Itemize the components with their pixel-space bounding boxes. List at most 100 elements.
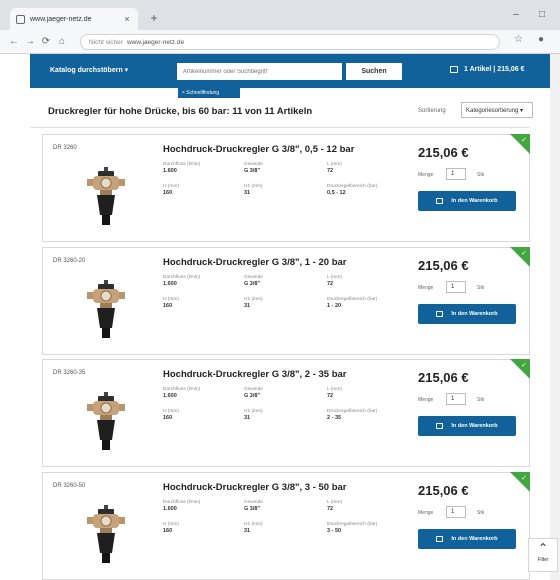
spec-value: 160 xyxy=(163,415,173,421)
spec-label: H1 (mm) xyxy=(244,297,263,302)
active-filter-chip[interactable]: × Schnellfindung xyxy=(178,88,240,98)
spec-height: H (mm) 160 xyxy=(163,409,235,421)
security-indicator: Nicht sicher xyxy=(89,38,123,46)
reload-icon[interactable]: ⟳ xyxy=(38,36,54,47)
spec-length: L (mm) 72 xyxy=(327,275,399,287)
spec-label: H1 (mm) xyxy=(244,184,263,189)
maximize-button[interactable]: □ xyxy=(534,9,550,20)
sort-select[interactable]: Kategoriesortierung ▾ xyxy=(461,102,533,118)
add-to-cart-button[interactable]: In den Warenkorb xyxy=(418,529,516,549)
availability-badge xyxy=(510,359,530,379)
spec-value: 1.600 xyxy=(163,168,177,174)
spec-value: 31 xyxy=(244,528,251,534)
search-button[interactable]: Suchen xyxy=(346,63,402,80)
address-bar[interactable]: Nicht sicher www.jaeger-netz.de xyxy=(80,34,500,50)
page-title: Druckregler für hohe Drücke, bis 60 bar:… xyxy=(48,106,313,117)
forward-icon[interactable]: → xyxy=(22,36,38,47)
spec-flow: Durchfluss (l/min) 1.600 xyxy=(163,275,235,287)
page-scrollbar[interactable] xyxy=(550,54,560,580)
quantity-label: Menge xyxy=(418,510,434,516)
availability-badge xyxy=(510,472,530,492)
spec-thread: Gewinde G 3/8" xyxy=(244,162,316,174)
spec-value: 1.600 xyxy=(163,393,177,399)
quantity-input[interactable]: 1 xyxy=(446,506,466,518)
spec-value: G 3/8" xyxy=(244,281,261,287)
availability-badge xyxy=(510,247,530,267)
star-icon[interactable]: ☆ xyxy=(514,34,523,45)
profile-icon[interactable]: ● xyxy=(538,34,544,45)
spec-label: L (mm) xyxy=(327,275,343,280)
spec-label: Gewinde xyxy=(244,500,263,505)
spec-value: 2 - 35 xyxy=(327,415,342,421)
spec-label: H (mm) xyxy=(163,522,179,527)
quantity-input[interactable]: 1 xyxy=(446,281,466,293)
product-image[interactable] xyxy=(83,503,129,567)
spec-value: G 3/8" xyxy=(244,506,261,512)
spec-length: L (mm) 72 xyxy=(327,162,399,174)
browser-tab[interactable]: www.jaeger-netz.de × xyxy=(10,8,138,30)
product-sku: DR 3260 xyxy=(53,145,77,151)
spec-pressure-range: Druckregelbereich (bar) 3 - 50 xyxy=(327,522,399,534)
product-price: 215,06 € xyxy=(418,370,469,385)
cart-icon xyxy=(436,423,444,429)
check-icon: ✓ xyxy=(521,250,527,257)
spec-thread: Gewinde G 3/8" xyxy=(244,275,316,287)
product-image[interactable] xyxy=(83,165,129,229)
spec-flow: Durchfluss (l/min) 1.600 xyxy=(163,500,235,512)
spec-value: 160 xyxy=(163,303,173,309)
chevron-up-icon: ⌃ xyxy=(537,541,549,555)
spec-pressure-range: Druckregelbereich (bar) 0,5 - 12 xyxy=(327,184,399,196)
product-image[interactable] xyxy=(83,390,129,454)
spec-value: 72 xyxy=(327,506,334,512)
product-card: ✓ DR 3260-50 Hochdruck-Druckregler G 3/8… xyxy=(42,472,530,580)
sort-label: Sortierung xyxy=(418,108,446,114)
spec-height: H (mm) 160 xyxy=(163,297,235,309)
spec-label: H (mm) xyxy=(163,297,179,302)
spec-value: G 3/8" xyxy=(244,393,261,399)
spec-label: Gewinde xyxy=(244,275,263,280)
spec-label: H (mm) xyxy=(163,184,179,189)
catalog-menu[interactable]: Katalog durchstöbern ▾ xyxy=(50,66,128,74)
spec-value: 72 xyxy=(327,281,334,287)
product-card: ✓ DR 3260-35 Hochdruck-Druckregler G 3/8… xyxy=(42,359,530,467)
product-title[interactable]: Hochdruck-Druckregler G 3/8", 0,5 - 12 b… xyxy=(163,144,354,155)
spec-label: H1 (mm) xyxy=(244,409,263,414)
product-image[interactable] xyxy=(83,278,129,342)
quantity-input[interactable]: 1 xyxy=(446,168,466,180)
add-to-cart-button[interactable]: In den Warenkorb xyxy=(418,191,516,211)
quantity-label: Menge xyxy=(418,172,434,178)
quantity-unit: Stk xyxy=(477,172,485,178)
product-title[interactable]: Hochdruck-Druckregler G 3/8", 3 - 50 bar xyxy=(163,482,347,493)
spec-label: Durchfluss (l/min) xyxy=(163,162,201,167)
add-to-cart-label: In den Warenkorb xyxy=(451,198,498,204)
product-title[interactable]: Hochdruck-Druckregler G 3/8", 1 - 20 bar xyxy=(163,257,347,268)
filter-label: Filter xyxy=(537,557,549,563)
cart-icon xyxy=(436,536,444,542)
quantity-input[interactable]: 1 xyxy=(446,393,466,405)
close-icon[interactable]: × xyxy=(122,14,132,24)
add-to-cart-button[interactable]: In den Warenkorb xyxy=(418,304,516,324)
spec-value: 31 xyxy=(244,415,251,421)
home-icon[interactable]: ⌂ xyxy=(54,36,70,47)
spec-thread: Gewinde G 3/8" xyxy=(244,387,316,399)
search-input[interactable] xyxy=(177,63,342,80)
spec-value: 72 xyxy=(327,393,334,399)
product-price: 215,06 € xyxy=(418,483,469,498)
product-title[interactable]: Hochdruck-Druckregler G 3/8", 2 - 35 bar xyxy=(163,369,347,380)
spec-flow: Durchfluss (l/min) 1.600 xyxy=(163,387,235,399)
add-to-cart-button[interactable]: In den Warenkorb xyxy=(418,416,516,436)
quantity-unit: Stk xyxy=(477,285,485,291)
filter-button[interactable]: ⌃ Filter xyxy=(528,538,558,572)
new-tab-button[interactable]: + xyxy=(146,10,162,26)
spec-label: Durchfluss (l/min) xyxy=(163,387,201,392)
back-icon[interactable]: ← xyxy=(6,36,22,47)
add-to-cart-label: In den Warenkorb xyxy=(451,536,498,542)
spec-label: Druckregelbereich (bar) xyxy=(327,522,378,527)
spec-value: 1.600 xyxy=(163,281,177,287)
spec-length: L (mm) 72 xyxy=(327,500,399,512)
cart-summary[interactable]: 1 Artikel | 215,06 € xyxy=(450,66,524,73)
spec-height-1: H1 (mm) 31 xyxy=(244,409,316,421)
browser-toolbar: ← → ⟳ ⌂ Nicht sicher www.jaeger-netz.de … xyxy=(0,30,560,54)
minimize-button[interactable]: – xyxy=(508,9,524,20)
browser-tab-bar: www.jaeger-netz.de × + – □ xyxy=(0,0,560,30)
